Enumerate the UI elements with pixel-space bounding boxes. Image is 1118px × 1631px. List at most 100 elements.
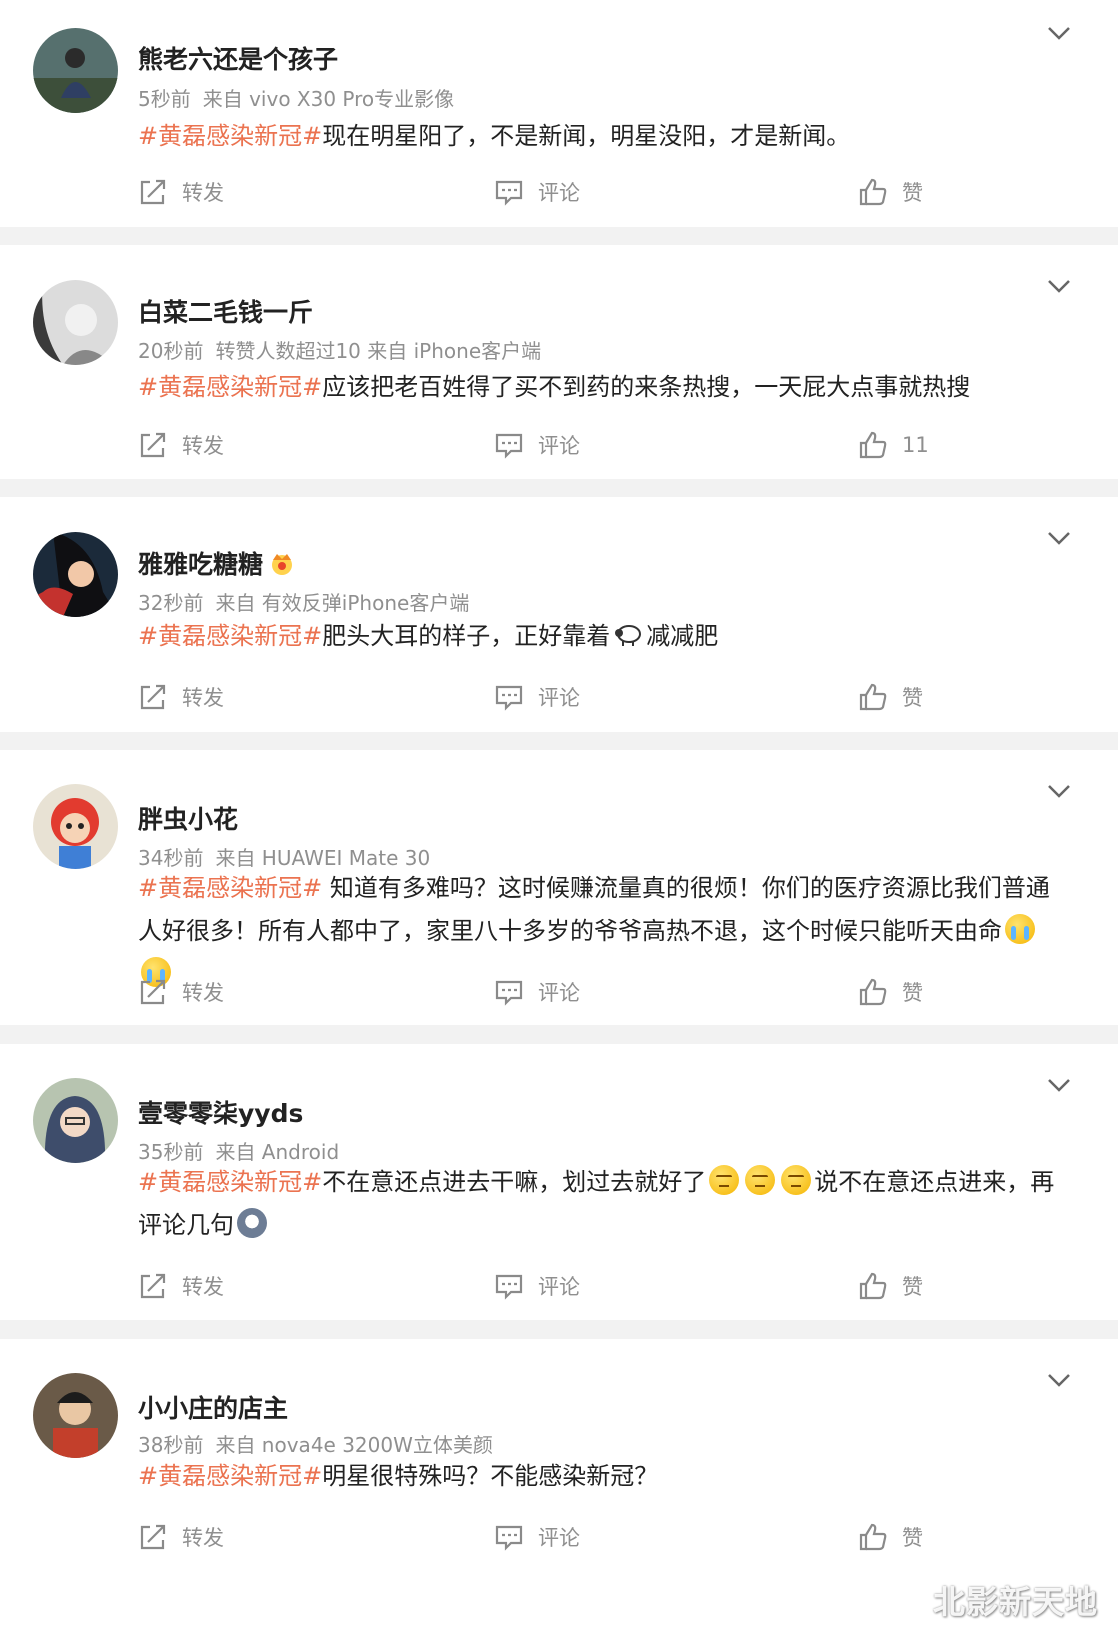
sheep-emoji-icon (615, 625, 642, 646)
forward-button[interactable]: 转发 (138, 1266, 224, 1306)
like-label: 赞 (902, 1526, 923, 1550)
comment-label: 评论 (538, 1526, 580, 1550)
smirk-emoji-icon (781, 1165, 812, 1195)
smirk-emoji-icon (745, 1165, 776, 1195)
post-meta: 5秒前 来自 vivo X30 Pro专业影像 (138, 83, 454, 112)
timestamp: 5秒前 (138, 87, 191, 111)
username[interactable]: 白菜二毛钱一斤 (138, 293, 313, 329)
forward-button[interactable]: 转发 (138, 677, 224, 717)
topic-tag[interactable]: #黄磊感染新冠# (138, 622, 322, 650)
post-content: #黄磊感染新冠#肥头大耳的样子，正好靠着 减减肥 (138, 615, 1088, 658)
chevron-down-icon[interactable] (1046, 1072, 1072, 1098)
like-button[interactable]: 赞 (858, 1517, 923, 1557)
avatar[interactable] (33, 280, 118, 365)
post-card: 雅雅吃糖糖 32秒前 来自 有效反弹iPhone客户端 #黄磊感染新冠#肥头大耳的… (0, 497, 1118, 732)
forward-icon (138, 1271, 168, 1301)
thumbs-up-icon (858, 682, 888, 712)
forward-button[interactable]: 转发 (138, 172, 224, 212)
chevron-down-icon[interactable] (1046, 525, 1072, 551)
post-meta: 20秒前 转赞人数超过10 来自 iPhone客户端 (138, 335, 541, 364)
action-bar: 转发 评论 赞 (0, 172, 1118, 212)
like-label: 赞 (902, 1275, 923, 1299)
crying-emoji-icon (1005, 914, 1035, 944)
source: 转赞人数超过10 来自 iPhone客户端 (215, 339, 542, 363)
avatar[interactable] (33, 28, 118, 113)
avatar[interactable] (33, 784, 118, 869)
timestamp: 20秒前 (138, 339, 204, 363)
comment-icon (494, 977, 524, 1007)
post-card: 熊老六还是个孩子 5秒前 来自 vivo X30 Pro专业影像 #黄磊感染新冠#… (0, 0, 1118, 227)
like-button[interactable]: 赞 (858, 172, 923, 212)
comment-button[interactable]: 评论 (494, 972, 580, 1012)
thumbs-up-icon (858, 1522, 888, 1552)
forward-label: 转发 (182, 1526, 224, 1550)
post-text: 肥头大耳的样子，正好靠着 (322, 622, 611, 650)
comment-icon (494, 430, 524, 460)
action-bar: 转发 评论 赞 (0, 1266, 1118, 1306)
topic-tag[interactable]: #黄磊感染新冠# (138, 1168, 322, 1196)
forward-button[interactable]: 转发 (138, 972, 224, 1012)
avatar[interactable] (33, 1078, 118, 1163)
forward-label: 转发 (182, 981, 224, 1005)
comment-button[interactable]: 评论 (494, 1517, 580, 1557)
username[interactable]: 壹零零柒yyds (138, 1094, 303, 1130)
like-label: 赞 (902, 686, 923, 710)
username[interactable]: 雅雅吃糖糖 (138, 545, 295, 581)
username[interactable]: 胖虫小花 (138, 800, 238, 836)
comment-button[interactable]: 评论 (494, 172, 580, 212)
chevron-down-icon[interactable] (1046, 778, 1072, 804)
avatar[interactable] (33, 1373, 118, 1458)
crown-badge-icon (272, 554, 293, 575)
post-content: #黄磊感染新冠#不在意还点进去干嘛，划过去就好了 说不在意还点进来，再评论几句 (138, 1161, 1058, 1247)
like-button[interactable]: 赞 (858, 1266, 923, 1306)
forward-icon (138, 430, 168, 460)
forward-button[interactable]: 转发 (138, 425, 224, 465)
post-card: 白菜二毛钱一斤 20秒前 转赞人数超过10 来自 iPhone客户端 #黄磊感染新… (0, 245, 1118, 479)
like-button[interactable]: 11 (858, 425, 929, 465)
timestamp: 32秒前 (138, 591, 204, 615)
topic-tag[interactable]: #黄磊感染新冠# (138, 373, 322, 401)
post-text-end: 减减肥 (646, 622, 719, 650)
like-count: 11 (902, 433, 929, 457)
source: 来自 有效反弹iPhone客户端 (215, 591, 470, 615)
husky-emoji-icon (237, 1208, 267, 1238)
username[interactable]: 熊老六还是个孩子 (138, 40, 338, 76)
forward-icon (138, 177, 168, 207)
chevron-down-icon[interactable] (1046, 273, 1072, 299)
watermark: 北影新天地 (932, 1583, 1098, 1621)
chevron-down-icon[interactable] (1046, 20, 1072, 46)
avatar[interactable] (33, 532, 118, 617)
action-bar: 转发 评论 赞 (0, 972, 1118, 1012)
post-text: 现在明星阳了，不是新闻，明星没阳，才是新闻。 (322, 122, 851, 150)
forward-label: 转发 (182, 1275, 224, 1299)
like-label: 赞 (902, 981, 923, 1005)
like-button[interactable]: 赞 (858, 677, 923, 717)
post-card: 壹零零柒yyds 35秒前 来自 Android #黄磊感染新冠#不在意还点进去干… (0, 1044, 1118, 1320)
chevron-down-icon[interactable] (1046, 1367, 1072, 1393)
comment-icon (494, 1522, 524, 1552)
action-bar: 转发 评论 赞 (0, 677, 1118, 717)
comment-button[interactable]: 评论 (494, 425, 580, 465)
action-bar: 转发 评论 11 (0, 425, 1118, 465)
thumbs-up-icon (858, 977, 888, 1007)
thumbs-up-icon (858, 430, 888, 460)
smirk-emoji-icon (709, 1165, 740, 1195)
username[interactable]: 小小庄的店主 (138, 1389, 288, 1425)
comment-label: 评论 (538, 434, 580, 458)
forward-button[interactable]: 转发 (138, 1517, 224, 1557)
like-button[interactable]: 赞 (858, 972, 923, 1012)
topic-tag[interactable]: #黄磊感染新冠# (138, 874, 322, 902)
thumbs-up-icon (858, 177, 888, 207)
action-bar: 转发 评论 赞 (0, 1517, 1118, 1557)
comment-button[interactable]: 评论 (494, 677, 580, 717)
topic-tag[interactable]: #黄磊感染新冠# (138, 1462, 322, 1490)
like-label: 赞 (902, 181, 923, 205)
forward-icon (138, 1522, 168, 1552)
timestamp: 38秒前 (138, 1433, 204, 1457)
post-text: 不在意还点进去干嘛，划过去就好了 (322, 1168, 707, 1196)
comment-label: 评论 (538, 981, 580, 1005)
topic-tag[interactable]: #黄磊感染新冠# (138, 122, 322, 150)
post-card: 胖虫小花 34秒前 来自 HUAWEI Mate 30 #黄磊感染新冠# 知道有多… (0, 750, 1118, 1025)
comment-button[interactable]: 评论 (494, 1266, 580, 1306)
comment-icon (494, 177, 524, 207)
